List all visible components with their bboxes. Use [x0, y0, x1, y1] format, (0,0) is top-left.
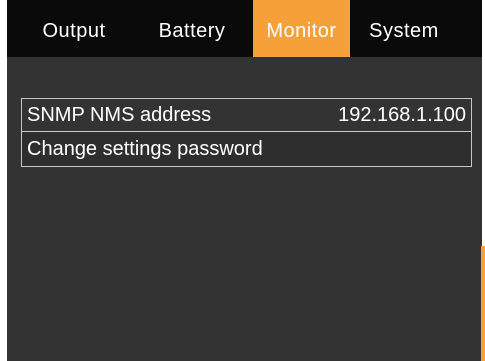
change-settings-password-row[interactable]: Change settings password: [22, 132, 471, 166]
snmp-nms-address-row[interactable]: SNMP NMS address 192.168.1.100: [22, 99, 471, 132]
scroll-indicator[interactable]: [481, 246, 485, 361]
settings-list: SNMP NMS address 192.168.1.100 Change se…: [21, 98, 472, 167]
change-settings-password-label: Change settings password: [27, 137, 263, 160]
tab-output[interactable]: Output: [7, 0, 131, 57]
monitor-settings-screen: Output Battery Monitor System SNMP NMS a…: [7, 0, 485, 361]
tab-system[interactable]: System: [350, 0, 458, 57]
snmp-nms-address-label: SNMP NMS address: [27, 103, 212, 126]
tab-battery[interactable]: Battery: [131, 0, 253, 57]
tab-bar: Output Battery Monitor System: [7, 0, 482, 57]
tab-monitor[interactable]: Monitor: [253, 0, 350, 57]
snmp-nms-address-value: 192.168.1.100: [338, 103, 466, 126]
